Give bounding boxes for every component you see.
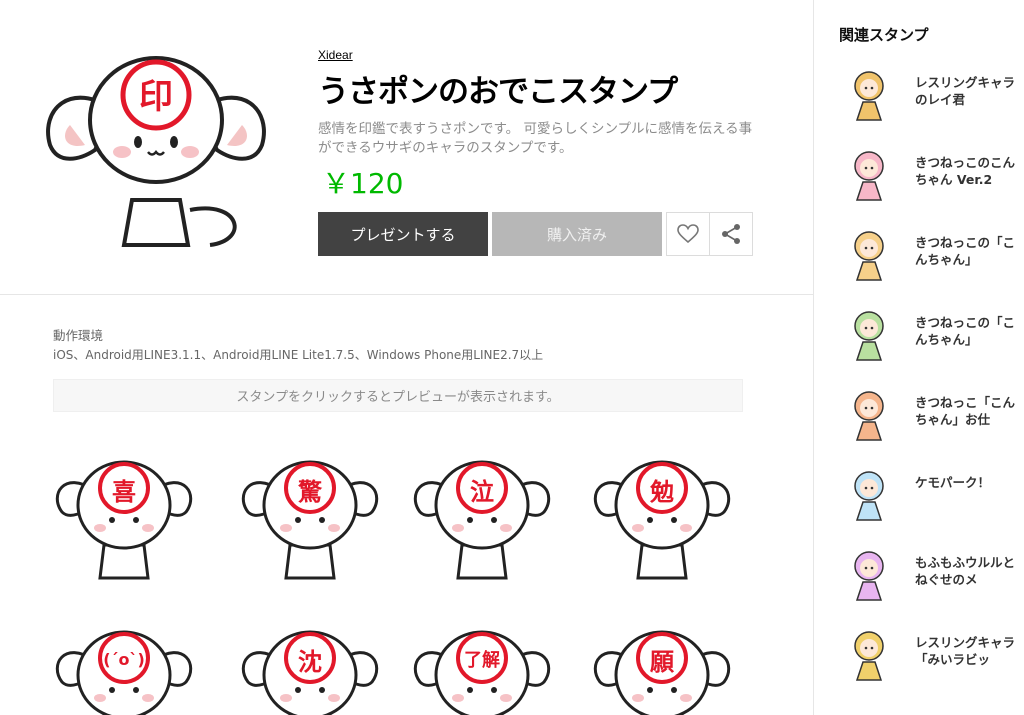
share-icon bbox=[722, 224, 740, 244]
sticker-stamp-char: 喜 bbox=[112, 477, 136, 506]
related-item[interactable]: ケモパーク！ bbox=[839, 464, 1019, 528]
share-button[interactable] bbox=[709, 212, 753, 256]
related-thumbnail bbox=[839, 544, 899, 604]
sticker-item[interactable]: 勉 bbox=[592, 450, 732, 580]
sticker-stamp-char: 泣 bbox=[470, 477, 494, 506]
related-item[interactable]: きつねっこ「こんちゃん」お仕 bbox=[839, 384, 1019, 448]
related-item-name: きつねっこの「こんちゃん」 bbox=[915, 315, 1015, 347]
price: ￥120 bbox=[322, 167, 404, 200]
sticker-stamp-char: 了解 bbox=[464, 650, 500, 671]
sticker-stamp-char: (´o`) bbox=[103, 649, 145, 669]
environment-label: 動作環境 bbox=[53, 328, 104, 343]
related-item[interactable]: きつねっこの「こんちゃん」 bbox=[839, 224, 1019, 288]
related-sidebar: 関連スタンプ レスリングキャラのレイ君 きつねっこのこんちゃん Ver.2 きつねっ… bbox=[815, 0, 1024, 715]
sticker-item[interactable]: 泣 bbox=[412, 450, 552, 580]
sticker-item[interactable]: 了解 bbox=[412, 620, 552, 715]
divider bbox=[0, 294, 814, 295]
related-item[interactable]: もふもふウルルとねぐせのメ bbox=[839, 544, 1019, 608]
preview-notice: スタンプをクリックするとプレビューが表示されます。 bbox=[53, 379, 743, 412]
related-item-name: きつねっこ「こんちゃん」お仕 bbox=[915, 395, 1015, 427]
related-thumbnail bbox=[839, 144, 899, 204]
sticker-item[interactable]: (´o`) bbox=[54, 620, 194, 715]
related-item-name: ケモパーク！ bbox=[915, 475, 991, 490]
related-thumbnail bbox=[839, 64, 899, 124]
related-item-name: きつねっこのこんちゃん Ver.2 bbox=[915, 155, 1015, 187]
related-item[interactable]: きつねっこのこんちゃん Ver.2 bbox=[839, 144, 1019, 208]
main-sticker-image: 印 bbox=[40, 40, 272, 260]
present-button[interactable]: プレゼントする bbox=[318, 212, 488, 256]
related-item[interactable]: きつねっこの「こんちゃん」 bbox=[839, 304, 1019, 368]
sticker-item[interactable]: 驚 bbox=[240, 450, 380, 580]
related-thumbnail bbox=[839, 304, 899, 364]
sticker-stamp-char: 驚 bbox=[298, 477, 322, 506]
related-item-name: きつねっこの「こんちゃん」 bbox=[915, 235, 1015, 267]
sticker-item[interactable]: 喜 bbox=[54, 450, 194, 580]
page-title: うさポンのおでこスタンプ bbox=[318, 74, 678, 110]
sticker-stamp-char: 願 bbox=[650, 647, 674, 676]
like-button[interactable] bbox=[666, 212, 710, 256]
related-thumbnail bbox=[839, 224, 899, 284]
author-link[interactable]: Xidear bbox=[318, 48, 353, 62]
related-item-name: レスリングキャラのレイ君 bbox=[915, 75, 1015, 107]
related-title: 関連スタンプ bbox=[839, 26, 929, 44]
main-content: 印 Xidear うさポンのおでこスタンプ 感情を印鑑で表すうさポンです。 可愛… bbox=[0, 0, 814, 715]
related-item[interactable]: レスリングキャラのレイ君 bbox=[839, 64, 1019, 128]
sticker-item[interactable]: 沈 bbox=[240, 620, 380, 715]
main-stamp-char: 印 bbox=[139, 77, 173, 117]
environment-text: iOS、Android用LINE3.1.1、Android用LINE Lite1… bbox=[53, 348, 544, 362]
heart-icon bbox=[677, 224, 699, 244]
related-thumbnail bbox=[839, 384, 899, 444]
sticker-item[interactable]: 願 bbox=[592, 620, 732, 715]
sticker-stamp-char: 勉 bbox=[650, 477, 674, 506]
sticker-stamp-char: 沈 bbox=[298, 647, 322, 676]
related-thumbnail bbox=[839, 464, 899, 524]
related-item-name: もふもふウルルとねぐせのメ bbox=[915, 555, 1015, 587]
related-item[interactable]: レスリングキャラ「みいラビッ bbox=[839, 624, 1019, 688]
purchased-button[interactable]: 購入済み bbox=[492, 212, 662, 256]
product-description: 感情を印鑑で表すうさポンです。 可愛らしくシンプルに感情を伝える事ができるウサギ… bbox=[318, 121, 753, 156]
related-item-name: レスリングキャラ「みいラビッ bbox=[915, 635, 1015, 667]
related-thumbnail bbox=[839, 624, 899, 684]
